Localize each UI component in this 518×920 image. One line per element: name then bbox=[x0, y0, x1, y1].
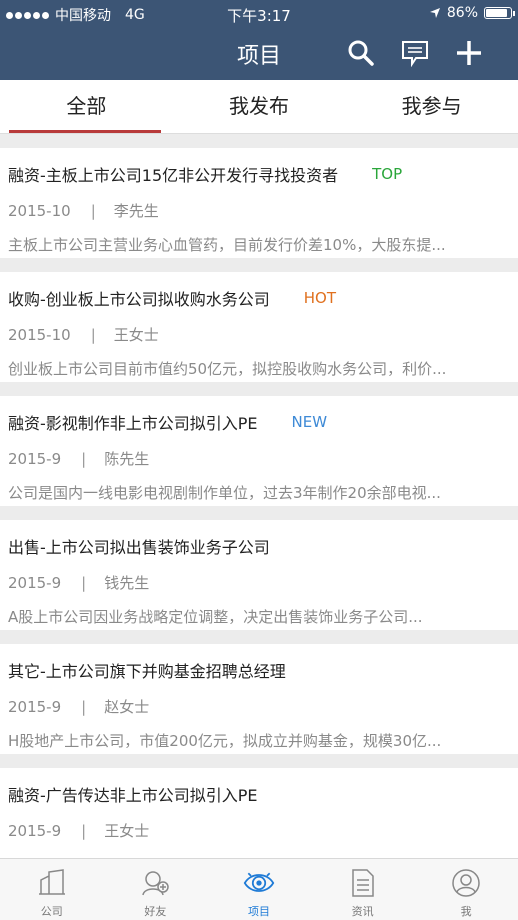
tab-published[interactable]: 我发布 bbox=[173, 80, 346, 133]
message-icon bbox=[402, 41, 428, 67]
friends-icon bbox=[142, 871, 170, 896]
battery-icon bbox=[484, 7, 515, 19]
nav-label: 资讯 bbox=[351, 905, 374, 918]
project-date: 2015-9 bbox=[8, 450, 62, 468]
project-badge: TOP bbox=[372, 165, 403, 183]
nav-me[interactable]: 我 bbox=[414, 859, 518, 920]
meta-separator: | bbox=[90, 202, 96, 220]
project-title: 融资-影视制作非上市公司拟引入PE bbox=[8, 414, 258, 433]
project-description: H股地产上市公司，市值200亿元，拟成立并购基金，规模30亿... bbox=[8, 732, 442, 750]
meta-separator: | bbox=[81, 574, 87, 592]
status-bar: 中国移动 4G 下午3:17 86% bbox=[0, 0, 518, 26]
search-icon bbox=[348, 40, 374, 66]
project-item[interactable]: 其它-上市公司旗下并购基金招聘总经理 2015-9 | 赵女士 H股地产上市公司，市… bbox=[0, 644, 518, 754]
nav-label: 好友 bbox=[144, 905, 167, 918]
battery-percent: 86% bbox=[446, 5, 478, 21]
project-contact: 赵女士 bbox=[104, 698, 150, 716]
nav-company[interactable]: 公司 bbox=[0, 859, 104, 920]
add-button[interactable] bbox=[452, 36, 486, 70]
tab-all[interactable]: 全部 bbox=[0, 80, 173, 133]
project-description: A股上市公司因业务战略定位调整，决定出售装饰业务子公司... bbox=[8, 608, 423, 626]
add-icon bbox=[457, 41, 481, 65]
project-date: 2015-9 bbox=[8, 698, 62, 716]
news-icon bbox=[351, 869, 374, 897]
nav-friends[interactable]: 好友 bbox=[104, 859, 208, 920]
meta-separator: | bbox=[81, 450, 87, 468]
project-contact: 李先生 bbox=[113, 202, 159, 220]
nav-label: 我 bbox=[460, 905, 472, 918]
project-item[interactable]: 融资-影视制作非上市公司拟引入PE NEW 2015-9 | 陈先生 公司是国内一线电… bbox=[0, 396, 518, 506]
nav-project[interactable]: 项目 bbox=[207, 859, 311, 920]
project-contact: 王女士 bbox=[104, 822, 150, 840]
message-button[interactable] bbox=[398, 36, 432, 70]
project-item[interactable]: 融资-广告传达非上市公司拟引入PE 2015-9 | 王女士 bbox=[0, 768, 518, 858]
project-date: 2015-9 bbox=[8, 822, 62, 840]
project-title: 融资-主板上市公司15亿非公开发行寻找投资者 bbox=[8, 166, 339, 185]
project-description: 公司是国内一线电影电视剧制作单位，过去3年制作20余部电视... bbox=[8, 484, 441, 502]
project-description: 创业板上市公司目前市值约50亿元，拟控股收购水务公司，利价... bbox=[8, 360, 447, 378]
company-icon bbox=[38, 869, 65, 895]
project-date: 2015-10 bbox=[8, 202, 71, 220]
project-item[interactable]: 融资-主板上市公司15亿非公开发行寻找投资者 TOP 2015-10 | 李先生 主板… bbox=[0, 148, 518, 258]
project-badge: HOT bbox=[303, 289, 337, 307]
location-icon bbox=[429, 8, 440, 18]
bottom-nav: 公司 好友 项目 资讯 我 bbox=[0, 858, 518, 920]
meta-separator: | bbox=[81, 698, 87, 716]
filter-tabs: 全部 我发布 我参与 bbox=[0, 80, 518, 134]
project-title: 收购-创业板上市公司拟收购水务公司 bbox=[8, 290, 270, 309]
project-item[interactable]: 收购-创业板上市公司拟收购水务公司 HOT 2015-10 | 王女士 创业板上市公司… bbox=[0, 272, 518, 382]
nav-label: 项目 bbox=[247, 905, 270, 918]
project-date: 2015-10 bbox=[8, 326, 71, 344]
nav-news[interactable]: 资讯 bbox=[311, 859, 415, 920]
project-contact: 陈先生 bbox=[104, 450, 150, 468]
eye-icon bbox=[243, 872, 275, 892]
project-description: 主板上市公司主营业务心血管药，目前发行价差10%，大股东提... bbox=[8, 236, 446, 254]
meta-separator: | bbox=[81, 822, 87, 840]
project-item[interactable]: 出售-上市公司拟出售装饰业务子公司 2015-9 | 钱先生 A股上市公司因业务战略… bbox=[0, 520, 518, 630]
project-title: 融资-广告传达非上市公司拟引入PE bbox=[8, 786, 258, 805]
project-badge: NEW bbox=[291, 413, 328, 431]
project-date: 2015-9 bbox=[8, 574, 62, 592]
project-title: 出售-上市公司拟出售装饰业务子公司 bbox=[8, 538, 270, 557]
project-contact: 钱先生 bbox=[104, 574, 150, 592]
profile-icon bbox=[452, 869, 480, 897]
project-list: 融资-主板上市公司15亿非公开发行寻找投资者 TOP 2015-10 | 李先生 主板… bbox=[0, 134, 518, 858]
search-button[interactable] bbox=[344, 36, 378, 70]
nav-label: 公司 bbox=[40, 905, 63, 918]
meta-separator: | bbox=[90, 326, 96, 344]
tab-joined[interactable]: 我参与 bbox=[345, 80, 518, 133]
project-title: 其它-上市公司旗下并购基金招聘总经理 bbox=[8, 662, 286, 681]
project-contact: 王女士 bbox=[113, 326, 159, 344]
top-bar: 中国移动 4G 下午3:17 86% 项目 bbox=[0, 0, 518, 80]
